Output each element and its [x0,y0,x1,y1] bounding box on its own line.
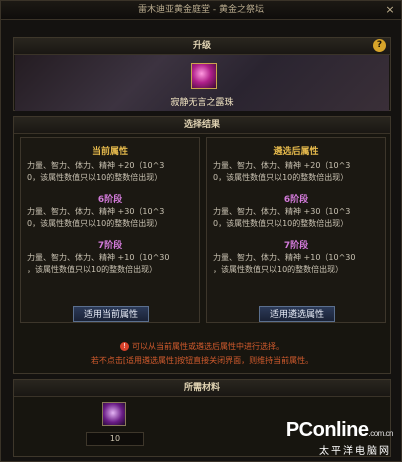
after-attr-line: 力量、智力、体力、精神 +20（10^3 [213,161,351,170]
after-tier-7: 7阶段 [283,241,309,251]
after-attributes-column: 遴选后属性 力量、智力、体力、精神 +20（10^3 0，该属性数值只以10的整… [206,137,386,323]
after-attr-line: 0，该属性数值只以10的整数倍出现） [213,219,349,228]
current-attr-1: 力量、智力、体力、精神 +20（10^3 0，该属性数值只以10的整数倍出现） [27,160,197,184]
upgrade-window: 雷木迪亚黄金庭堂 - 黄金之祭坛 × 升级 ? 寂静无言之露珠 选择结果 当前属… [0,0,402,462]
result-header: 选择结果 [14,117,390,134]
notice-line-1: ! 可以从当前属性或遴选后属性中进行选择。 [14,341,390,352]
after-attr-line: 力量、智力、体力、精神 +10（10^30 [213,253,356,262]
upgrade-header: 升级 [14,38,390,55]
help-icon[interactable]: ? [373,39,386,52]
current-attr-2: 力量、智力、体力、精神 +30（10^3 0，该属性数值只以10的整数倍出现） [27,206,197,230]
item-banner: 寂静无言之露珠 [15,55,389,111]
current-attr-line: 力量、智力、体力、精神 +30（10^3 [27,207,165,216]
current-attr-line: 力量、智力、体力、精神 +20（10^3 [27,161,165,170]
current-attr-line: 力量、智力、体力、精神 +10（10^30 [27,253,170,262]
apply-current-button[interactable]: 适用当前属性 [73,306,149,322]
materials-panel: 所需材料 10 [13,379,391,457]
upgrade-panel: 升级 ? 寂静无言之露珠 [13,37,391,111]
after-attr-line: 0，该属性数值只以10的整数倍出现） [213,173,349,182]
after-attr-line: 力量、智力、体力、精神 +30（10^3 [213,207,351,216]
after-attr-line: ，该属性数值只以10的整数倍出现） [213,265,344,274]
after-attr-2: 力量、智力、体力、精神 +30（10^3 0，该属性数值只以10的整数倍出现） [213,206,383,230]
warning-icon: ! [120,342,129,351]
current-attributes-title: 当前属性 [91,147,128,157]
notice-line-2: 若不点击[适用遴选属性]按钮直接关闭界面，则维持当前属性。 [90,356,314,365]
after-attr-1: 力量、智力、体力、精神 +20（10^3 0，该属性数值只以10的整数倍出现） [213,160,383,184]
current-attributes-column: 当前属性 力量、智力、体力、精神 +20（10^3 0，该属性数值只以10的整数… [20,137,200,323]
item-slot-icon[interactable] [191,63,217,89]
item-name: 寂静无言之露珠 [170,98,234,108]
after-tier-6: 6阶段 [283,195,309,205]
current-attr-3: 力量、智力、体力、精神 +10（10^30 ，该属性数值只以10的整数倍出现） [27,252,197,276]
material-slot-icon[interactable] [102,402,126,426]
current-tier-7: 7阶段 [97,241,123,251]
window-title: 雷木迪亚黄金庭堂 - 黄金之祭坛 [1,1,401,20]
result-panel: 选择结果 当前属性 力量、智力、体力、精神 +20（10^3 0，该属性数值只以… [13,116,391,374]
after-attr-3: 力量、智力、体力、精神 +10（10^30 ，该属性数值只以10的整数倍出现） [213,252,383,276]
material-quantity: 10 [86,432,144,446]
notice-text-1: 可以从当前属性或遴选后属性中进行选择。 [132,342,284,351]
materials-header: 所需材料 [14,380,390,397]
after-attributes-title: 遴选后属性 [273,147,319,157]
current-attr-line: 0，该属性数值只以10的整数倍出现） [27,219,163,228]
apply-after-button[interactable]: 适用遴选属性 [259,306,335,322]
current-attr-line: 0，该属性数值只以10的整数倍出现） [27,173,163,182]
current-attr-line: ，该属性数值只以10的整数倍出现） [27,265,158,274]
current-tier-6: 6阶段 [97,195,123,205]
close-icon[interactable]: × [383,3,397,16]
